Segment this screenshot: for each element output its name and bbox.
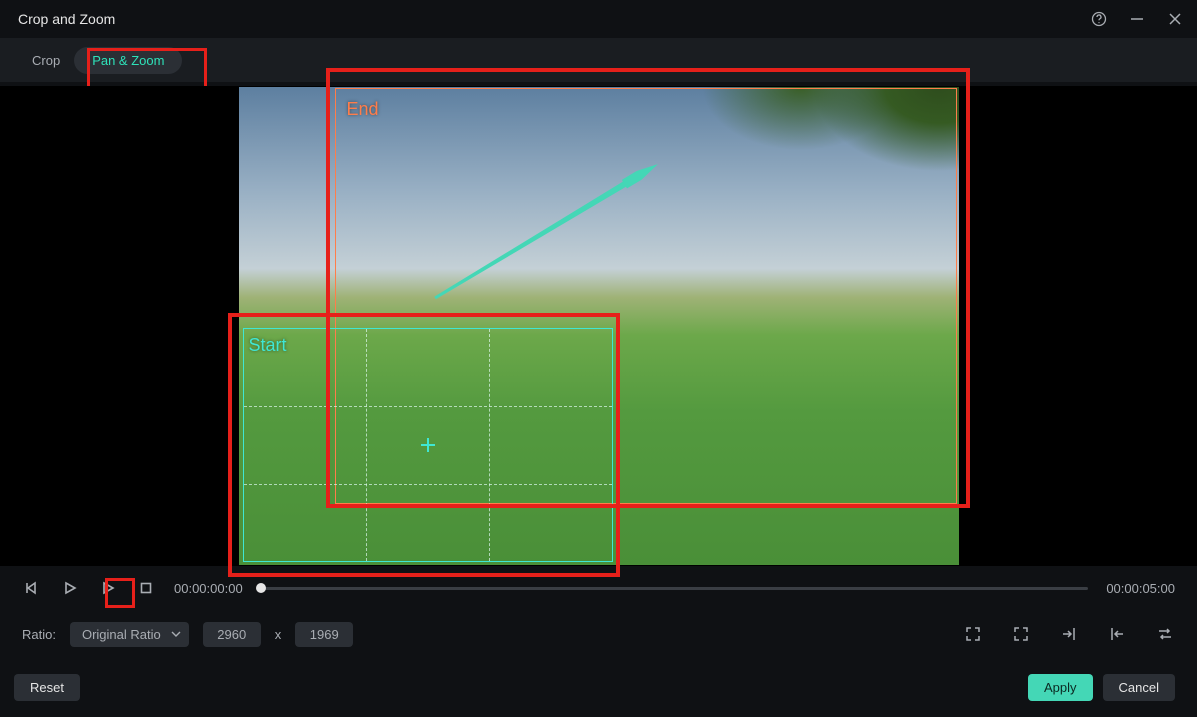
- dimension-separator: x: [275, 627, 282, 642]
- tab-pan-zoom[interactable]: Pan & Zoom: [74, 47, 182, 74]
- transport-bar: 00:00:00:00 00:00:05:00: [0, 566, 1197, 610]
- align-left-icon[interactable]: [1107, 624, 1127, 644]
- seek-bar[interactable]: [261, 583, 1089, 593]
- ratio-bar: Ratio: Original Ratio x: [0, 610, 1197, 658]
- apply-button[interactable]: Apply: [1028, 674, 1093, 701]
- footer: Reset Apply Cancel: [0, 658, 1197, 701]
- fullscreen-icon[interactable]: [1011, 624, 1031, 644]
- total-time: 00:00:05:00: [1106, 581, 1175, 596]
- title-bar: Crop and Zoom: [0, 0, 1197, 38]
- seek-thumb[interactable]: [256, 583, 266, 593]
- end-frame-label: End: [347, 99, 379, 120]
- reset-button[interactable]: Reset: [14, 674, 80, 701]
- fit-screen-icon[interactable]: [963, 624, 983, 644]
- cancel-button[interactable]: Cancel: [1103, 674, 1175, 701]
- align-right-icon[interactable]: [1059, 624, 1079, 644]
- window-controls: [1091, 11, 1183, 27]
- preview-area: End Start: [0, 86, 1197, 566]
- stop-button[interactable]: [136, 578, 156, 598]
- tab-crop[interactable]: Crop: [18, 46, 74, 75]
- window-title: Crop and Zoom: [18, 11, 115, 27]
- current-time: 00:00:00:00: [174, 581, 243, 596]
- play-button[interactable]: [60, 578, 80, 598]
- width-input[interactable]: [203, 622, 261, 647]
- start-frame-label: Start: [249, 335, 287, 356]
- chevron-down-icon: [171, 629, 181, 639]
- minimize-icon[interactable]: [1129, 11, 1145, 27]
- swap-icon[interactable]: [1155, 624, 1175, 644]
- height-input[interactable]: [295, 622, 353, 647]
- ratio-select-value: Original Ratio: [82, 627, 161, 642]
- ratio-label: Ratio:: [22, 627, 56, 642]
- preview-canvas[interactable]: End Start: [239, 87, 959, 565]
- ratio-select[interactable]: Original Ratio: [70, 622, 189, 647]
- pan-zoom-start-frame[interactable]: [243, 328, 613, 562]
- close-icon[interactable]: [1167, 11, 1183, 27]
- prev-frame-button[interactable]: [22, 578, 42, 598]
- view-tools: [963, 624, 1175, 644]
- tabs-bar: Crop Pan & Zoom: [0, 38, 1197, 82]
- center-cross-icon: [421, 438, 435, 452]
- help-icon[interactable]: [1091, 11, 1107, 27]
- play-preview-button[interactable]: [98, 578, 118, 598]
